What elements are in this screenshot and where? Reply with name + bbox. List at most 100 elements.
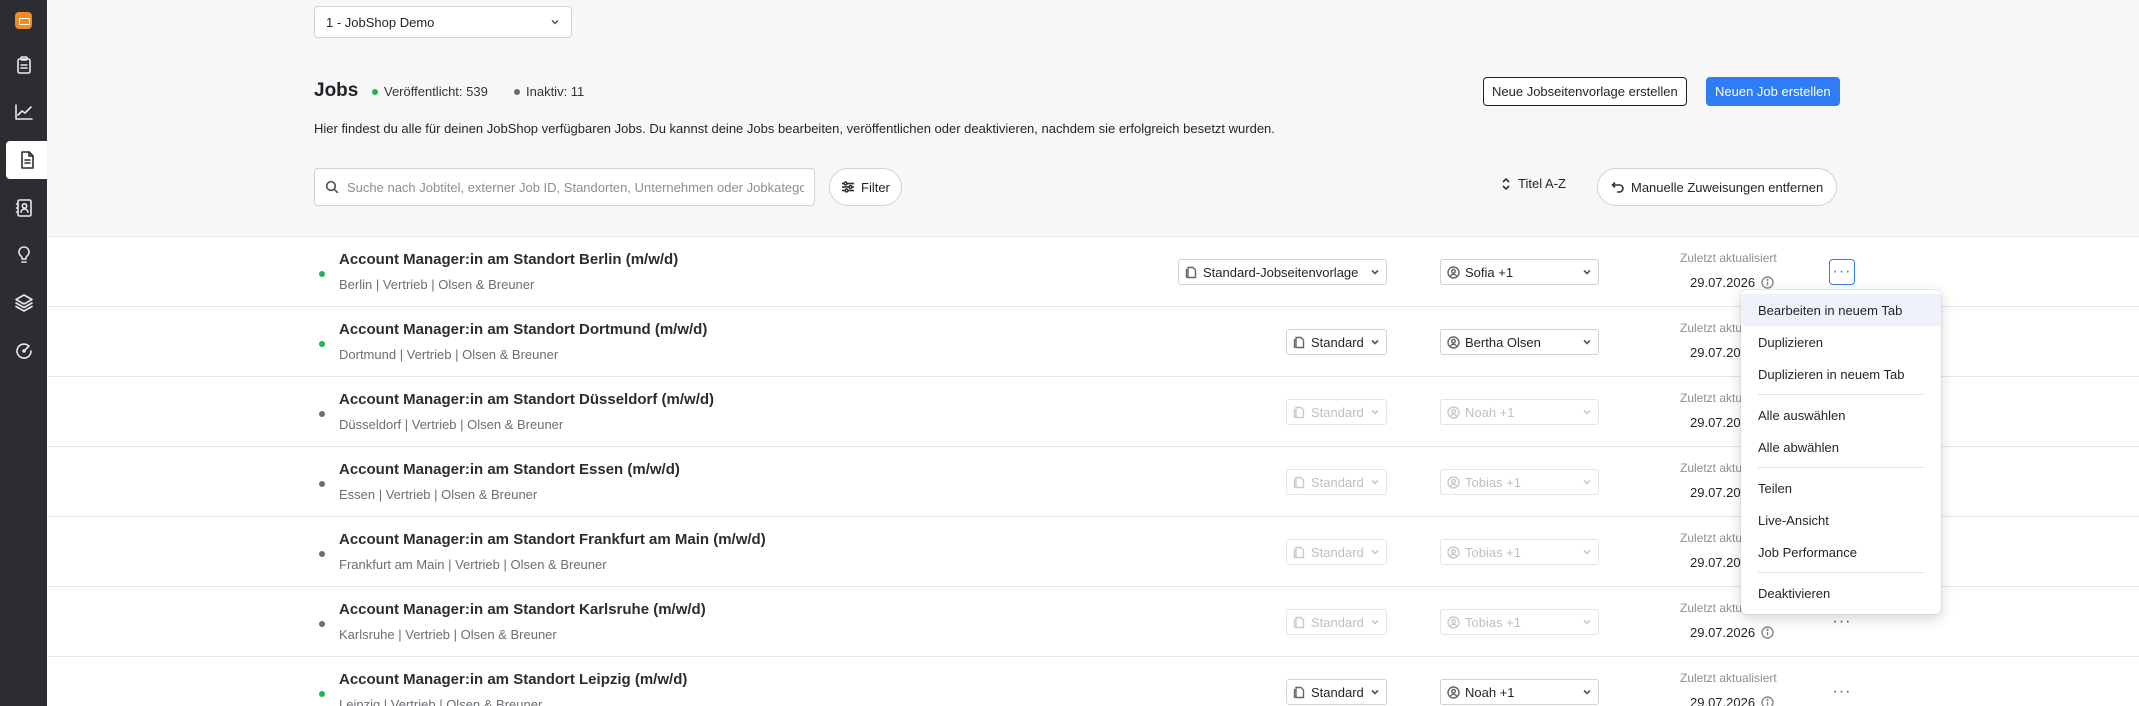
chevron-down-icon [1371,409,1379,415]
status-dot-icon [319,341,325,347]
template-value: Standard [1311,404,1364,420]
chevron-down-icon [1583,619,1591,625]
job-title[interactable]: Account Manager:in am Standort Karlsruhe… [339,601,706,618]
user-icon [1447,475,1460,489]
assignee-select[interactable]: Bertha Olsen [1440,329,1599,355]
chevron-down-icon [1371,479,1379,485]
jobshop-select-value: 1 - JobShop Demo [326,14,435,30]
template-value: Standard [1311,614,1364,630]
sort-label: Titel A-Z [1518,176,1566,191]
template-select[interactable]: Standard-Jobseitenvorlage [1178,259,1387,285]
updated-date-value: 29.07.2026 [1690,275,1756,290]
jobshop-select[interactable]: 1 - JobShop Demo [314,6,572,38]
document-icon[interactable] [6,141,47,179]
chevron-down-icon [1583,339,1591,345]
page-title: Jobs [314,80,359,101]
inactive-label: Inaktiv: 11 [526,84,585,99]
status-dot-icon [319,481,325,487]
assignee-select: Tobias +1 [1440,469,1599,495]
assignee-value: Noah +1 [1465,404,1515,420]
updated-date-value: 29.07.2026 [1690,695,1756,706]
filter-button[interactable]: Filter [829,168,902,206]
new-job-button[interactable]: Neuen Job erstellen [1706,77,1840,106]
menu-item[interactable]: Duplizieren in neuem Tab [1741,358,1941,390]
chevron-down-icon [1583,409,1591,415]
menu-item[interactable]: Teilen [1741,472,1941,504]
assignee-select[interactable]: Noah +1 [1440,679,1599,705]
job-meta: Essen | Vertrieb | Olsen & Breuner [339,487,538,502]
updated-date-value: 29.07.2026 [1690,625,1756,640]
more-actions-icon[interactable]: ··· [1829,679,1855,705]
job-title[interactable]: Account Manager:in am Standort Leipzig (… [339,671,687,688]
job-title[interactable]: Account Manager:in am Standort Frankfurt… [339,531,766,548]
filter-icon [842,181,854,193]
contacts-icon[interactable] [0,189,47,227]
info-icon[interactable] [1761,276,1774,289]
assignee-select: Tobias +1 [1440,539,1599,565]
published-label: Veröffentlicht: 539 [384,84,488,99]
search-icon [325,180,339,194]
clipboard-icon[interactable] [0,46,47,84]
job-meta: Frankfurt am Main | Vertrieb | Olsen & B… [339,557,607,572]
assignee-select[interactable]: Sofia +1 [1440,259,1599,285]
updated-label: Zuletzt aktualisiert [1680,671,1777,685]
menu-item[interactable]: Bearbeiten in neuem Tab [1741,294,1941,326]
job-meta: Dortmund | Vertrieb | Olsen & Breuner [339,347,559,362]
user-icon [1447,545,1460,559]
search-field[interactable] [314,168,815,206]
assignee-select: Noah +1 [1440,399,1599,425]
chevron-down-icon [1371,339,1379,345]
status-dot-icon [319,271,325,277]
menu-divider [1758,467,1924,468]
chevron-down-icon [551,19,559,25]
inactive-dot-icon [514,88,520,95]
template-icon [1293,686,1305,698]
template-icon [1185,266,1197,278]
template-icon [1293,476,1305,488]
job-title[interactable]: Account Manager:in am Standort Berlin (m… [339,251,678,268]
remove-assignments-label: Manuelle Zuweisungen entfernen [1631,179,1824,195]
main-content: 1 - JobShop Demo Jobs Veröffentlicht: 53… [47,0,2139,706]
menu-item[interactable]: Alle auswählen [1741,399,1941,431]
filter-label: Filter [861,179,890,195]
gauge-icon[interactable] [0,332,47,370]
sidebar [0,0,47,706]
undo-icon [1611,181,1624,193]
menu-item[interactable]: Job Performance [1741,536,1941,568]
user-icon [1447,685,1460,699]
new-template-button[interactable]: Neue Jobseitenvorlage erstellen [1483,77,1687,106]
assignee-value: Tobias +1 [1465,474,1522,490]
sort-icon [1502,177,1510,190]
logo-icon[interactable] [15,12,32,29]
published-count: Veröffentlicht: 539 [372,84,488,99]
lightbulb-icon[interactable] [0,236,47,274]
updated-date: 29.07.2026 [1690,625,1774,640]
chevron-down-icon [1371,269,1379,275]
job-title[interactable]: Account Manager:in am Standort Düsseldor… [339,391,714,408]
job-title[interactable]: Account Manager:in am Standort Dortmund … [339,321,707,338]
assignee-select: Tobias +1 [1440,609,1599,635]
info-icon[interactable] [1761,626,1774,639]
job-row[interactable]: Account Manager:in am Standort Leipzig (… [47,656,2139,706]
job-title[interactable]: Account Manager:in am Standort Essen (m/… [339,461,680,478]
menu-item[interactable]: Alle abwählen [1741,431,1941,463]
remove-assignments-button[interactable]: Manuelle Zuweisungen entfernen [1597,168,1838,206]
chevron-down-icon [1583,689,1591,695]
sort-button[interactable]: Titel A-Z [1500,176,1566,191]
template-select[interactable]: Standard [1286,679,1387,705]
menu-item[interactable]: Live-Ansicht [1741,504,1941,536]
menu-item[interactable]: Duplizieren [1741,326,1941,358]
layers-icon[interactable] [0,284,47,322]
info-icon[interactable] [1761,696,1774,706]
template-select[interactable]: Standard [1286,329,1387,355]
search-input[interactable] [347,179,804,195]
chart-icon[interactable] [0,93,47,131]
chevron-down-icon [1371,689,1379,695]
template-value: Standard [1311,544,1364,560]
template-value: Standard [1311,474,1364,490]
job-meta: Düsseldorf | Vertrieb | Olsen & Breuner [339,417,564,432]
more-actions-icon[interactable]: ··· [1829,259,1855,285]
job-meta: Karlsruhe | Vertrieb | Olsen & Breuner [339,627,557,642]
menu-item[interactable]: Deaktivieren [1741,577,1941,609]
context-menu: Bearbeiten in neuem Tab Duplizieren Dupliz… [1741,290,1941,614]
